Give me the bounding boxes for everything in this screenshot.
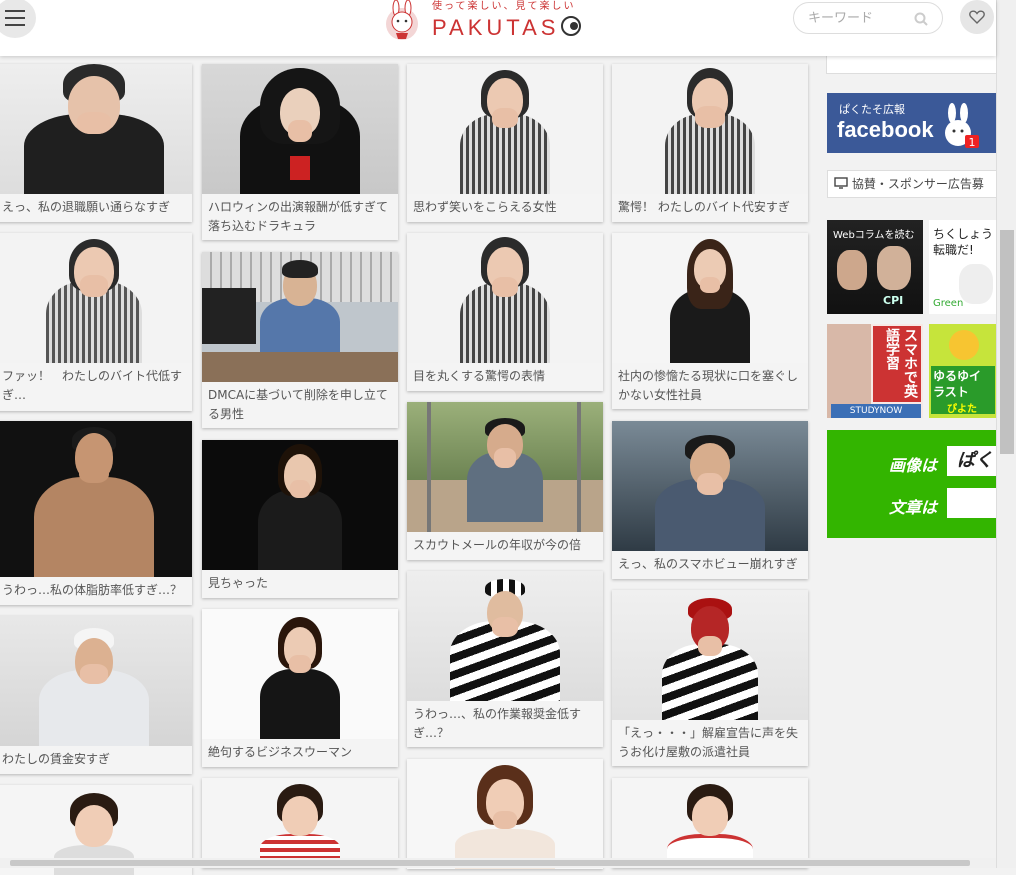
ad-illustration-banner[interactable]: ゆるゆイラスト ぴよた xyxy=(929,324,997,418)
photo-caption[interactable]: 驚愕！ わたしのバイト代安すぎ xyxy=(612,194,808,222)
brand-o-icon xyxy=(561,16,582,36)
photo-card[interactable]: うわっ…私の体脂肪率低すぎ…？ xyxy=(0,421,192,605)
favorites-button[interactable] xyxy=(960,0,994,34)
photo-thumbnail[interactable] xyxy=(407,402,603,532)
ad-cpi-banner[interactable]: Webコラムを読む CPI xyxy=(827,220,923,314)
site-tagline: 使って楽しい、見て楽しい xyxy=(432,1,576,12)
photo-card[interactable]: うわっ…、私の作業報奨金低すぎ…？ xyxy=(407,571,603,747)
photo-caption[interactable]: DMCAに基づいて削除を申し立てる男性 xyxy=(202,382,398,428)
photo-thumbnail[interactable] xyxy=(0,616,192,746)
photo-thumbnail[interactable] xyxy=(612,64,808,194)
sponsor-ad-link[interactable]: 協賛・スポンサー広告募 xyxy=(827,170,997,198)
rabbit-mascot-icon: 1 xyxy=(945,103,979,149)
ad-green-banner[interactable]: ちくしょう転職だ! Green xyxy=(929,220,997,314)
photo-thumbnail[interactable] xyxy=(407,233,603,363)
search-input[interactable] xyxy=(806,10,910,27)
photo-caption[interactable]: うわっ…私の体脂肪率低すぎ…？ xyxy=(0,577,192,605)
photo-thumbnail[interactable] xyxy=(407,759,603,869)
photo-caption[interactable]: 目を丸くする驚愕の表情 xyxy=(407,363,603,391)
photo-caption[interactable]: 「えっ・・・」解雇宣告に声を失うお化け屋敷の派遣社員 xyxy=(612,720,808,766)
photo-card[interactable]: 社内の惨憺たる現状に口を塞ぐしかない女性社員 xyxy=(612,233,808,409)
photo-caption[interactable]: スカウトメールの年収が今の倍 xyxy=(407,532,603,560)
photo-thumbnail[interactable] xyxy=(202,440,398,570)
facebook-logo-text: facebook xyxy=(837,117,934,142)
facebook-banner-label: ぱくたそ広報 xyxy=(839,103,905,116)
ad-green-text-banner[interactable]: 画像は ぱく 文章は xyxy=(827,430,1007,538)
photo-card[interactable]: 「えっ・・・」解雇宣告に声を失うお化け屋敷の派遣社員 xyxy=(612,590,808,766)
search-box xyxy=(793,2,943,34)
photo-card[interactable] xyxy=(407,759,603,869)
search-icon[interactable] xyxy=(914,12,928,26)
photo-caption[interactable]: 見ちゃった xyxy=(202,570,398,598)
photo-thumbnail[interactable] xyxy=(202,609,398,739)
photo-thumbnail[interactable] xyxy=(0,64,192,194)
site-header: 使って楽しい、見て楽しい PAKUTAS xyxy=(0,0,996,56)
hamburger-icon xyxy=(5,10,25,26)
photo-thumbnail[interactable] xyxy=(202,778,398,868)
sidebar: ぱくたそ広報 facebook 1 協賛・スポンサー広告募 Webコラムを読む … xyxy=(818,46,1007,868)
photo-card[interactable]: 絶句するビジネスウーマン xyxy=(202,609,398,767)
vertical-scrollbar[interactable] xyxy=(996,0,1016,868)
ad-studynow-banner[interactable]: スマホで英語学習 STUDYNOW xyxy=(827,324,923,418)
horizontal-scrollbar-thumb[interactable] xyxy=(10,860,970,866)
photo-thumbnail[interactable] xyxy=(612,778,808,868)
photo-thumbnail[interactable] xyxy=(612,590,808,720)
svg-text:1: 1 xyxy=(969,136,976,149)
photo-thumbnail[interactable] xyxy=(612,421,808,551)
rabbit-logo-icon xyxy=(386,0,418,40)
photo-thumbnail[interactable] xyxy=(612,233,808,363)
photo-caption[interactable]: 絶句するビジネスウーマン xyxy=(202,739,398,767)
photo-thumbnail[interactable] xyxy=(407,571,603,701)
heart-icon xyxy=(969,10,985,24)
photo-card[interactable]: 見ちゃった xyxy=(202,440,398,598)
monitor-icon xyxy=(834,177,848,189)
photo-card[interactable]: DMCAに基づいて削除を申し立てる男性 xyxy=(202,252,398,428)
photo-card[interactable]: わたしの賃金安すぎ xyxy=(0,616,192,774)
photo-caption[interactable]: うわっ…、私の作業報奨金低すぎ…？ xyxy=(407,701,603,747)
vertical-scrollbar-thumb[interactable] xyxy=(1000,230,1014,454)
hamburger-menu-button[interactable] xyxy=(0,0,36,38)
photo-caption[interactable]: ファッ！ わたしのバイト代低すぎ… xyxy=(0,363,192,411)
photo-thumbnail[interactable] xyxy=(202,252,398,382)
photo-card[interactable]: スカウトメールの年収が今の倍 xyxy=(407,402,603,560)
photo-caption[interactable]: わたしの賃金安すぎ xyxy=(0,746,192,774)
photo-card[interactable]: 目を丸くする驚愕の表情 xyxy=(407,233,603,391)
photo-card[interactable]: えっ、私の退職願い通らなすぎ xyxy=(0,64,192,222)
photo-card[interactable] xyxy=(202,778,398,868)
photo-caption[interactable]: 思わず笑いをこらえる女性 xyxy=(407,194,603,222)
photo-card[interactable]: 思わず笑いをこらえる女性 xyxy=(407,64,603,222)
horizontal-scrollbar[interactable] xyxy=(0,858,996,868)
facebook-banner[interactable]: ぱくたそ広報 facebook 1 xyxy=(827,93,997,153)
photo-caption[interactable]: 社内の惨憺たる現状に口を塞ぐしかない女性社員 xyxy=(612,363,808,409)
photo-card[interactable] xyxy=(612,778,808,868)
photo-card[interactable]: えっ、私のスマホビュー崩れすぎ xyxy=(612,421,808,579)
photo-card[interactable]: ハロウィンの出演報酬が低すぎて落ち込むドラキュラ xyxy=(202,64,398,240)
photo-thumbnail[interactable] xyxy=(0,233,192,363)
photo-thumbnail[interactable] xyxy=(0,421,192,577)
photo-caption[interactable]: えっ、私のスマホビュー崩れすぎ xyxy=(612,551,808,579)
photo-thumbnail[interactable] xyxy=(202,64,398,194)
photo-card[interactable]: 驚愕！ わたしのバイト代安すぎ xyxy=(612,64,808,222)
photo-caption[interactable]: ハロウィンの出演報酬が低すぎて落ち込むドラキュラ xyxy=(202,194,398,240)
site-brand-name: PAKUTAS xyxy=(432,15,582,41)
photo-card[interactable]: ファッ！ わたしのバイト代低すぎ… xyxy=(0,233,192,411)
photo-thumbnail[interactable] xyxy=(407,64,603,194)
site-logo[interactable]: 使って楽しい、見て楽しい PAKUTAS xyxy=(384,0,614,44)
photo-caption[interactable]: えっ、私の退職願い通らなすぎ xyxy=(0,194,192,222)
